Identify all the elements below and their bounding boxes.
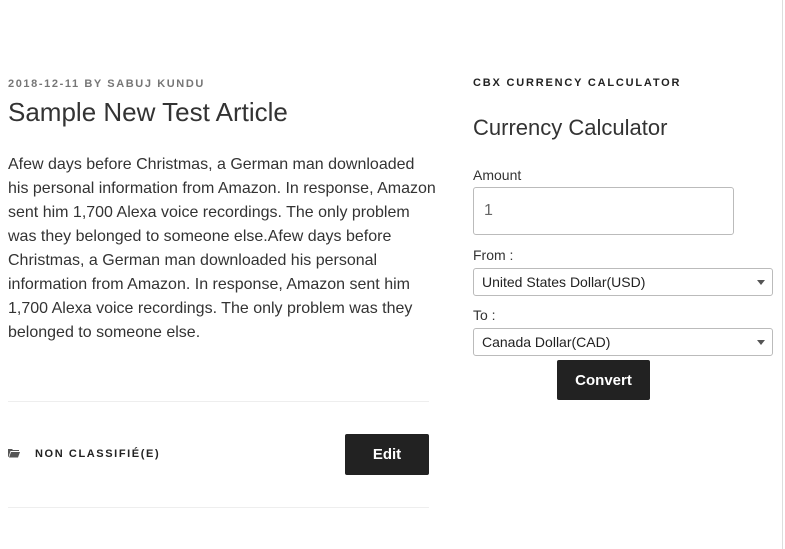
divider <box>8 401 429 402</box>
convert-button[interactable]: Convert <box>557 360 650 400</box>
article-title: Sample New Test Article <box>8 97 288 127</box>
divider <box>8 507 429 508</box>
from-currency-value: United States Dollar(USD) <box>482 274 646 290</box>
widget-title: CBX CURRENCY CALCULATOR <box>473 77 682 89</box>
post-author[interactable]: SABUJ KUNDU <box>107 78 205 90</box>
folder-icon <box>8 449 20 458</box>
chevron-down-icon <box>757 280 765 285</box>
from-currency-select[interactable]: United States Dollar(USD) <box>473 268 773 296</box>
post-meta: 2018-12-11 BY SABUJ KUNDU <box>8 78 205 90</box>
edit-button[interactable]: Edit <box>345 434 429 475</box>
calculator-heading: Currency Calculator <box>473 115 668 140</box>
post-date[interactable]: 2018-12-11 <box>8 78 80 90</box>
article-body: Afew days before Christmas, a German man… <box>8 156 436 341</box>
chevron-down-icon <box>757 340 765 345</box>
from-label: From : <box>473 247 514 263</box>
to-currency-select[interactable]: Canada Dollar(CAD) <box>473 328 773 356</box>
category-link[interactable]: NON CLASSIFIÉ(E) <box>35 448 160 460</box>
page-border <box>782 0 783 549</box>
to-label: To : <box>473 307 496 323</box>
post-by-label: BY <box>84 78 103 90</box>
article-footer: NON CLASSIFIÉ(E) Edit <box>8 434 429 475</box>
amount-label: Amount <box>473 167 522 183</box>
amount-input[interactable] <box>473 187 734 235</box>
to-currency-value: Canada Dollar(CAD) <box>482 334 611 350</box>
page: 2018-12-11 BY SABUJ KUNDU Sample New Tes… <box>0 0 785 549</box>
